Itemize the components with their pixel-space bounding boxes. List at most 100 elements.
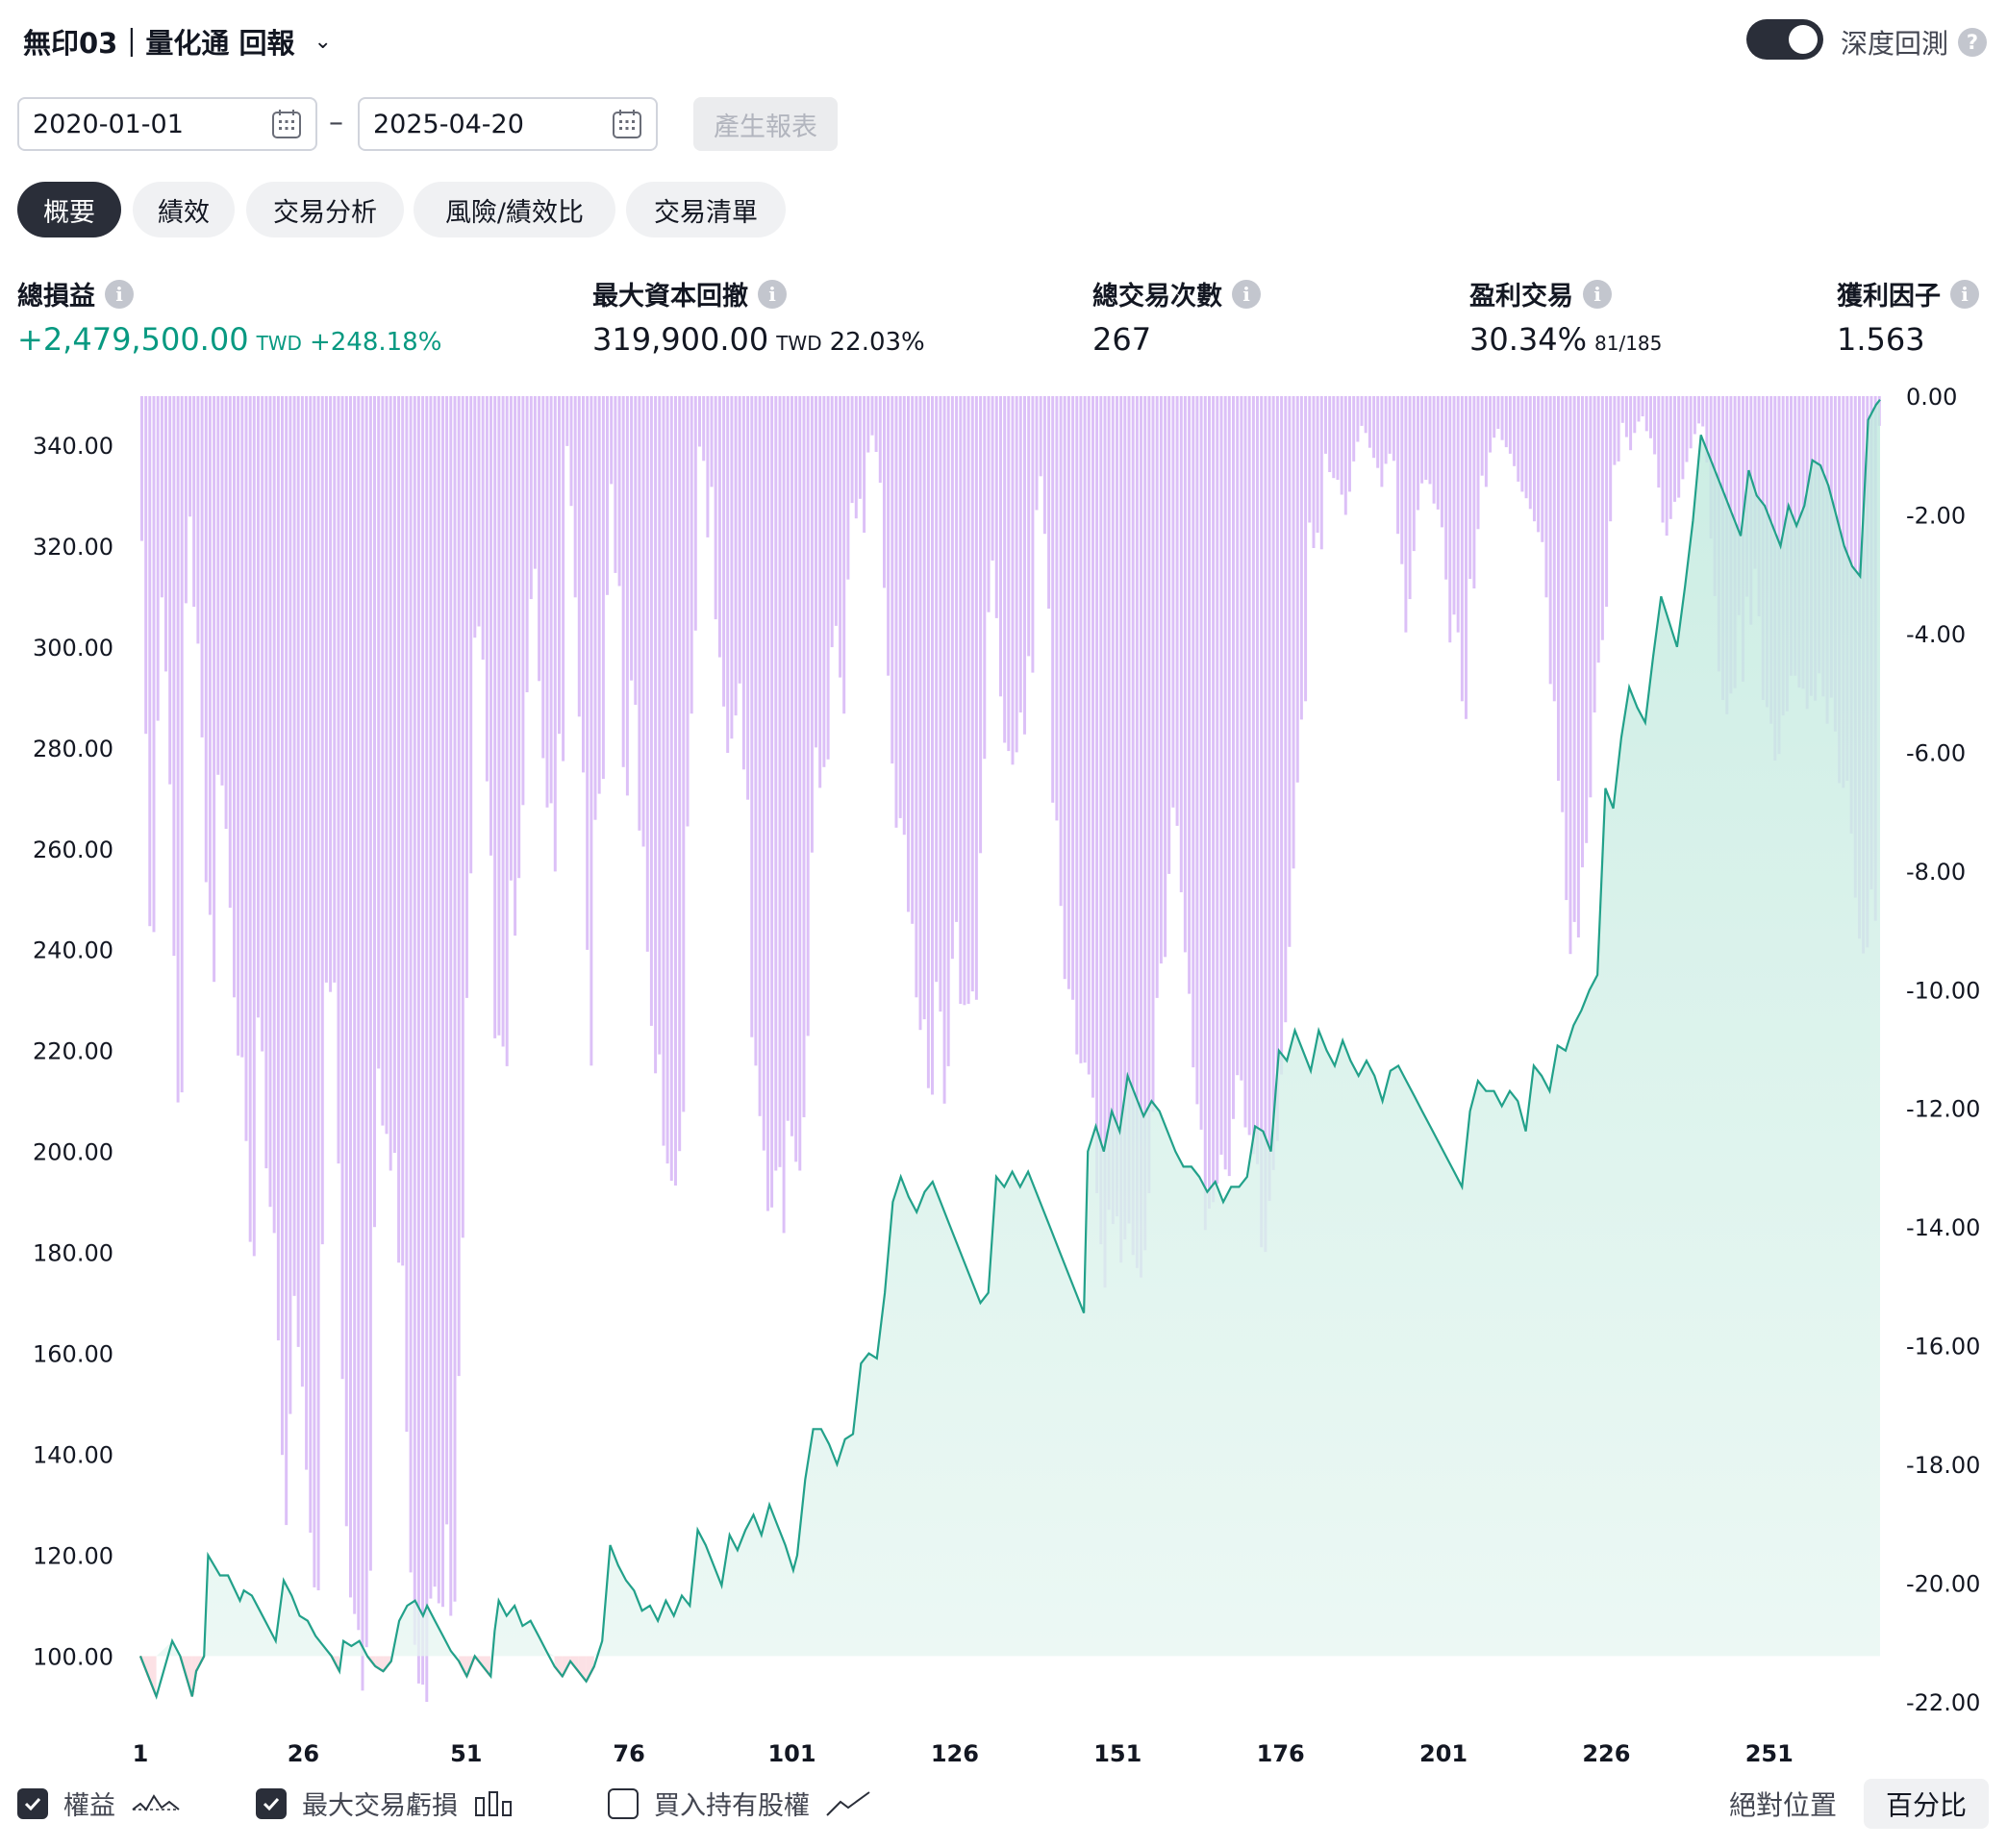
loss-bar <box>457 396 461 1377</box>
loss-bar <box>1380 396 1384 487</box>
loss-bar <box>514 396 517 936</box>
loss-bar <box>1468 396 1472 580</box>
loss-bar <box>549 396 553 804</box>
loss-bar <box>577 396 581 717</box>
max-drawdown-amount: 319,900.00 <box>592 321 769 358</box>
loss-bar <box>437 396 440 1604</box>
legend-max-trade-loss[interactable]: 最大交易虧損 <box>256 1785 515 1822</box>
loss-bar <box>364 396 368 1648</box>
legend-equity[interactable]: 權益 <box>17 1785 181 1822</box>
calendar-icon[interactable] <box>612 109 642 139</box>
loss-bar <box>409 396 413 1573</box>
loss-bar <box>738 396 741 684</box>
x-tick-label: 251 <box>1745 1740 1794 1767</box>
loss-bar <box>858 396 862 499</box>
strategy-title[interactable]: 無印03｜量化通 回報 ⌄ <box>23 21 332 62</box>
loss-bar <box>1493 396 1496 438</box>
tab-risk-ratio[interactable]: 風險/績效比 <box>414 182 615 237</box>
loss-bar <box>565 396 569 446</box>
right-tick-label: -2.00 <box>1906 503 1966 530</box>
loss-bar <box>517 396 521 879</box>
left-tick-label: 260.00 <box>33 837 113 863</box>
loss-bar <box>1500 396 1504 440</box>
profitable-label-text: 盈利交易 <box>1469 282 1573 312</box>
loss-bar <box>1284 396 1288 1023</box>
strategy-title-text: 無印03｜量化通 回報 <box>23 27 295 60</box>
loss-bar <box>296 396 300 1347</box>
info-icon[interactable]: i <box>758 279 787 309</box>
buy-hold-checkbox[interactable] <box>608 1787 639 1819</box>
equity-chart[interactable]: 340.00320.00300.00280.00260.00240.00220.… <box>0 385 2007 1769</box>
profitable-detail: 81/185 <box>1594 332 1663 355</box>
loss-bar <box>1319 396 1323 550</box>
loss-bar <box>770 396 774 1208</box>
loss-bar <box>1147 396 1151 1193</box>
loss-bar <box>168 396 172 785</box>
loss-bar <box>1352 396 1356 462</box>
info-icon[interactable]: i <box>1232 279 1261 309</box>
percent-mode-button[interactable]: 百分比 <box>1864 1779 1989 1829</box>
right-tick-label: -12.00 <box>1906 1096 1980 1123</box>
loss-bar <box>553 396 557 872</box>
loss-bar <box>261 396 264 1052</box>
calendar-icon[interactable] <box>271 109 302 139</box>
x-tick-label: 126 <box>931 1740 979 1767</box>
loss-bar <box>1223 396 1227 1170</box>
loss-bar <box>1589 396 1593 798</box>
deep-backtest-toggle[interactable] <box>1746 19 1823 60</box>
x-tick-label: 1 <box>133 1740 149 1767</box>
loss-bar <box>1280 396 1284 1075</box>
loss-bar <box>477 396 481 627</box>
loss-bar <box>176 396 180 1103</box>
trend-line-icon <box>826 1790 870 1816</box>
loss-bar <box>220 396 224 786</box>
loss-bar <box>1066 396 1070 989</box>
loss-bar <box>830 396 834 648</box>
loss-bar <box>963 396 966 1006</box>
x-tick-label: 101 <box>767 1740 815 1767</box>
loss-bar <box>305 396 309 1470</box>
loss-bar <box>1441 396 1443 528</box>
max-trade-loss-checkbox[interactable] <box>256 1787 287 1819</box>
legend-buy-hold[interactable]: 買入持有股權 <box>608 1785 871 1822</box>
loss-bar <box>1179 396 1183 892</box>
tab-overview[interactable]: 概要 <box>17 182 121 237</box>
tab-performance[interactable]: 績效 <box>133 182 235 237</box>
loss-bar <box>1107 396 1111 1211</box>
loss-bar <box>942 396 946 1104</box>
loss-bar <box>569 396 573 507</box>
loss-bar <box>1195 396 1199 1105</box>
right-tick-label: -4.00 <box>1906 621 1966 648</box>
loss-bar <box>974 396 978 1000</box>
equity-loss-segments <box>138 1655 595 1697</box>
loss-bar <box>156 396 160 721</box>
generate-report-button[interactable]: 產生報表 <box>693 97 838 151</box>
loss-bar <box>493 396 497 1038</box>
loss-bar <box>1489 396 1493 453</box>
equity-line-icon <box>132 1793 180 1811</box>
absolute-mode-button[interactable]: 絕對位置 <box>1716 1779 1850 1829</box>
loss-bar <box>1685 396 1689 462</box>
loss-bar <box>898 396 902 818</box>
start-date-input[interactable]: 2020-01-01 <box>17 97 317 151</box>
end-date-input[interactable]: 2025-04-20 <box>358 97 658 151</box>
info-icon[interactable]: i <box>1583 279 1612 309</box>
info-icon[interactable]: i <box>105 279 134 309</box>
loss-bar <box>1183 396 1187 953</box>
loss-bar <box>915 396 918 998</box>
loss-bar <box>558 396 561 735</box>
left-tick-label: 280.00 <box>33 736 113 762</box>
loss-bar <box>1031 396 1035 673</box>
loss-bar <box>662 396 665 1146</box>
loss-bar <box>1460 396 1464 702</box>
tab-trade-analysis[interactable]: 交易分析 <box>246 182 404 237</box>
loss-bar <box>966 396 970 1005</box>
help-icon[interactable]: ? <box>1958 28 1988 57</box>
info-icon[interactable]: i <box>1950 279 1979 309</box>
equity-checkbox[interactable] <box>17 1787 48 1819</box>
loss-bar <box>1629 396 1633 451</box>
loss-bar <box>601 396 605 780</box>
loss-bar <box>1155 396 1159 998</box>
tab-trade-list[interactable]: 交易清單 <box>626 182 786 237</box>
loss-bar <box>610 396 614 485</box>
